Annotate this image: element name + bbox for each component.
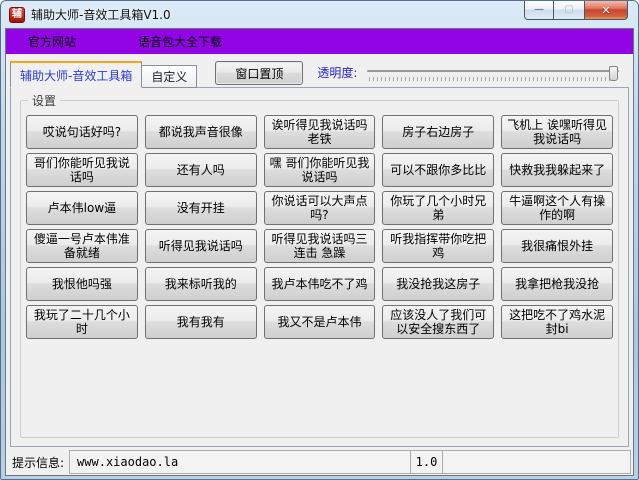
window-controls: — ▢ ✕ (524, 1, 628, 20)
client-area: 官方网站 语音包大全下载 辅助大师-音效工具箱 自定义 窗口置顶 透明度: 设置… (5, 28, 634, 476)
sound-effect-button[interactable]: 我玩了二十几个小时 (26, 305, 138, 339)
sound-effect-button[interactable]: 傻逼一号卢本伟准备就绪 (26, 229, 138, 263)
slider-thumb[interactable] (609, 66, 618, 81)
app-window: 辅 辅助大师-音效工具箱V1.0 — ▢ ✕ 官方网站 语音包大全下载 辅助大师… (0, 0, 639, 480)
sound-effect-button[interactable]: 你说话可以大声点吗? (264, 191, 376, 225)
sound-effect-button[interactable]: 我拿把枪我没抢 (501, 267, 613, 301)
tab-label: 自定义 (151, 68, 187, 85)
slider-ticks (369, 77, 617, 81)
sound-effect-button[interactable]: 快救我我躲起来了 (501, 153, 613, 187)
status-url: www.xiaodao.la (77, 455, 178, 469)
sound-effect-button[interactable]: 听得见我说话吗 (145, 229, 257, 263)
sound-effect-button[interactable]: 听我指挥带你吃把鸡 (382, 229, 494, 263)
sound-effect-button[interactable]: 可以不跟你多比比 (382, 153, 494, 187)
menu-bar: 官方网站 语音包大全下载 (6, 29, 633, 54)
sound-effect-button[interactable]: 牛逼啊这个人有操作的啊 (501, 191, 613, 225)
sound-effect-button[interactable]: 飞机上 诶嘿听得见我说话吗 (501, 115, 613, 149)
sound-effect-button[interactable]: 应该没人了我们可以安全搜东西了 (382, 305, 494, 339)
sound-effect-button[interactable]: 诶听得见我说话吗 老铁 (264, 115, 376, 149)
tab-custom[interactable]: 自定义 (142, 65, 197, 88)
sound-effect-button[interactable]: 这把吃不了鸡水泥封bi (501, 305, 613, 339)
tab-label: 辅助大师-音效工具箱 (20, 67, 132, 84)
sound-effect-button[interactable]: 我很痛恨外挂 (501, 229, 613, 263)
status-version-field: 1.0 (411, 450, 443, 474)
sound-effect-button[interactable]: 都说我声音很像 (145, 115, 257, 149)
sound-effect-button[interactable]: 听得见我说话吗三连击 急躁 (264, 229, 376, 263)
status-url-field: www.xiaodao.la (69, 450, 411, 474)
groupbox-label: 设置 (28, 92, 60, 109)
sound-effect-button[interactable]: 嘿 哥们你能听见我说话吗 (264, 153, 376, 187)
minimize-button[interactable]: — (524, 1, 554, 20)
sound-effect-button[interactable]: 我有我有 (145, 305, 257, 339)
tab-panel: 设置 哎说句话好吗?都说我声音很像诶听得见我说话吗 老铁房子右边房子飞机上 诶嘿… (10, 87, 629, 447)
menu-item-voicepack-download[interactable]: 语音包大全下载 (126, 29, 234, 54)
sound-effect-button[interactable]: 房子右边房子 (382, 115, 494, 149)
window-title: 辅助大师-音效工具箱V1.0 (31, 6, 171, 23)
sound-effect-button[interactable]: 我又不是卢本伟 (264, 305, 376, 339)
settings-groupbox: 设置 哎说句话好吗?都说我声音很像诶听得见我说话吗 老铁房子右边房子飞机上 诶嘿… (20, 92, 619, 438)
status-empty-field (443, 450, 631, 474)
sound-effect-button[interactable]: 还有人吗 (145, 153, 257, 187)
menu-item-official-site[interactable]: 官方网站 (16, 29, 88, 54)
opacity-slider[interactable] (367, 62, 619, 88)
slider-track[interactable] (367, 70, 619, 72)
version-value: 1.0 (416, 455, 438, 469)
app-icon: 辅 (9, 7, 25, 23)
sound-effect-button[interactable]: 你玩了几个小时兄弟 (382, 191, 494, 225)
sound-effect-button[interactable]: 我没抢我这房子 (382, 267, 494, 301)
sound-button-grid: 哎说句话好吗?都说我声音很像诶听得见我说话吗 老铁房子右边房子飞机上 诶嘿听得见… (26, 115, 613, 339)
sound-effect-button[interactable]: 哎说句话好吗? (26, 115, 138, 149)
toolbar: 辅助大师-音效工具箱 自定义 窗口置顶 透明度: (6, 54, 633, 88)
sound-effect-button[interactable]: 卢本伟low逼 (26, 191, 138, 225)
sound-effect-button[interactable]: 我卢本伟吃不了鸡 (264, 267, 376, 301)
sound-effect-button[interactable]: 我恨他吗强 (26, 267, 138, 301)
sound-effect-button[interactable]: 我来标听我的 (145, 267, 257, 301)
sound-effect-button[interactable]: 没有开挂 (145, 191, 257, 225)
status-label: 提示信息: (8, 450, 69, 474)
opacity-label: 透明度: (317, 64, 357, 81)
maximize-button: ▢ (554, 1, 584, 20)
sound-effect-button[interactable]: 哥们你能听见我说话吗 (26, 153, 138, 187)
tab-sound-toolbox[interactable]: 辅助大师-音效工具箱 (10, 61, 142, 88)
status-bar: 提示信息: www.xiaodao.la 1.0 (8, 450, 631, 474)
close-button[interactable]: ✕ (584, 1, 628, 20)
window-pin-button[interactable]: 窗口置顶 (215, 61, 303, 85)
